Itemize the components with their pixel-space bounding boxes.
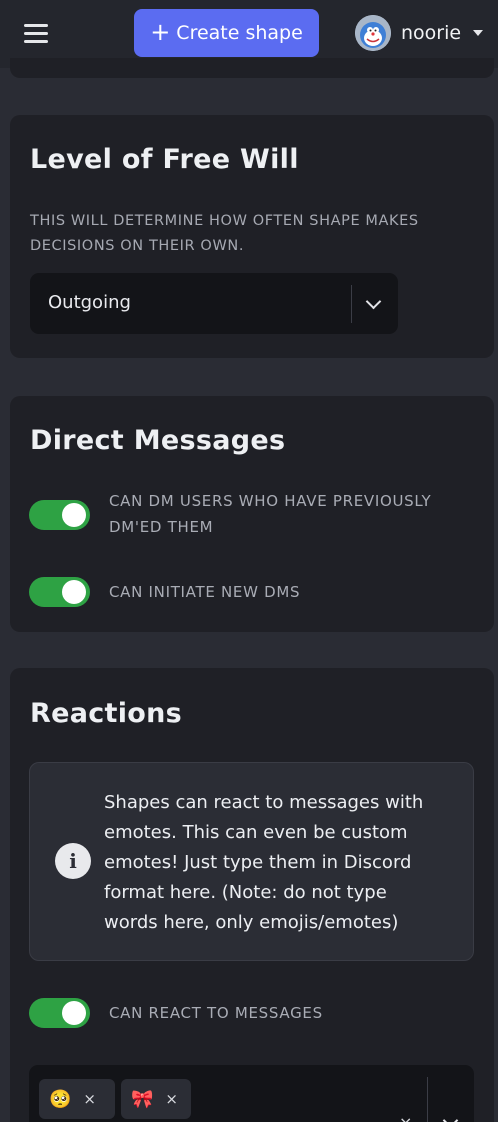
toggle-knob <box>62 503 86 527</box>
close-icon[interactable]: × <box>83 1090 96 1108</box>
free-will-card: Level of Free Will THIS WILL DETERMINE H… <box>10 115 494 358</box>
plus-icon: + <box>150 18 171 46</box>
chevron-down-icon[interactable] <box>442 1112 459 1122</box>
emote-chip: 🥺 × <box>39 1079 115 1119</box>
toggle-knob <box>62 1001 86 1025</box>
toggle-knob <box>62 580 86 604</box>
user-menu[interactable]: noorie <box>355 14 484 52</box>
dm-previous-label-2: DM'ED THEM <box>109 518 214 536</box>
react-label: CAN REACT TO MESSAGES <box>109 1004 323 1022</box>
reactions-title: Reactions <box>30 698 183 729</box>
free-will-caption-1: THIS WILL DETERMINE HOW OFTEN SHAPE MAKE… <box>30 213 419 229</box>
reactions-info-box: i Shapes can react to messages with emot… <box>29 762 474 961</box>
info-line: Shapes can react to messages with <box>104 792 424 813</box>
reactions-card: Reactions i Shapes can react to messages… <box>10 668 494 1122</box>
username: noorie <box>401 22 462 44</box>
dm-previous-toggle[interactable] <box>29 500 90 530</box>
emote-value: 🥺 <box>49 1088 72 1110</box>
info-line: words here, only emojis/emotes) <box>104 912 399 933</box>
page: + Create shape noorie Level of Free Will… <box>0 0 498 1122</box>
caret-down-icon <box>473 30 484 36</box>
menu-icon[interactable] <box>24 22 48 44</box>
select-separator <box>351 285 352 323</box>
emote-chip: 🎀 × <box>121 1079 191 1119</box>
avatar[interactable] <box>355 15 391 51</box>
create-shape-label: Create shape <box>176 22 303 44</box>
reactions-info-text: Shapes can react to messages with emotes… <box>104 788 454 938</box>
chevron-down-icon[interactable] <box>365 293 382 310</box>
close-icon[interactable]: × <box>165 1090 178 1108</box>
info-line: emotes! Just type them in Discord <box>104 852 412 873</box>
info-icon: i <box>55 843 91 879</box>
direct-messages-title: Direct Messages <box>30 425 286 456</box>
dm-initiate-label: CAN INITIATE NEW DMS <box>109 583 301 601</box>
info-line: emotes. This can even be custom <box>104 822 408 843</box>
emote-value: 🎀 <box>131 1088 154 1110</box>
free-will-select[interactable]: Outgoing <box>30 273 398 334</box>
select-separator <box>427 1077 428 1122</box>
free-will-caption-2: DECISIONS ON THEIR OWN. <box>30 238 245 254</box>
free-will-selected-value: Outgoing <box>48 292 131 313</box>
dm-initiate-toggle[interactable] <box>29 577 90 607</box>
clear-all-icon[interactable]: × <box>399 1113 412 1122</box>
info-line: format here. (Note: do not type <box>104 882 387 903</box>
previous-card-edge <box>10 58 494 78</box>
free-will-title: Level of Free Will <box>30 144 299 175</box>
create-shape-button[interactable]: + Create shape <box>134 9 319 57</box>
react-toggle[interactable] <box>29 998 90 1028</box>
direct-messages-card: Direct Messages CAN DM USERS WHO HAVE PR… <box>10 396 494 632</box>
dm-previous-label-1: CAN DM USERS WHO HAVE PREVIOUSLY <box>109 492 432 510</box>
emote-multiselect[interactable]: 🥺 × 🎀 × × <box>29 1065 474 1122</box>
